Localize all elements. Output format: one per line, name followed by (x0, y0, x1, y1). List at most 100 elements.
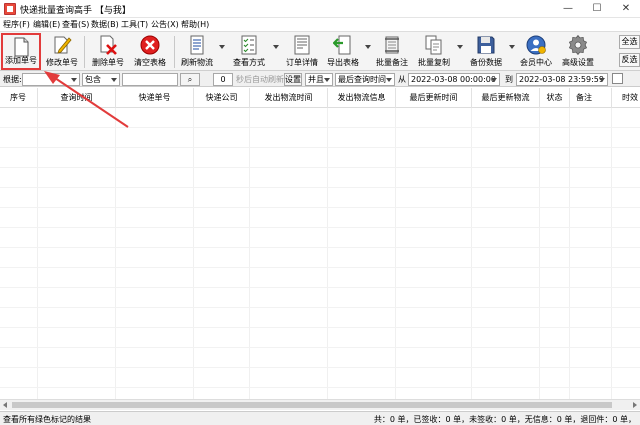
to-label: 到 (505, 75, 513, 84)
column-header-timeliness[interactable]: 时效 (612, 88, 640, 108)
column-header-ship-info[interactable]: 发出物流信息 (328, 88, 396, 108)
menu-data[interactable]: 数据(B) (91, 19, 119, 30)
time-filter-checkbox[interactable] (612, 73, 623, 84)
batch-copy-label: 批量复制 (418, 58, 450, 67)
menu-program[interactable]: 程序(F) (3, 19, 30, 30)
menu-bar: 程序(F) 编辑(E) 查看(S) 数据(B) 工具(T) 公告(X) 帮助(H… (0, 18, 640, 31)
menu-announcement[interactable]: 公告(X) (151, 19, 179, 30)
app-icon (4, 3, 16, 15)
export-dropdown-icon[interactable] (365, 45, 371, 49)
batch-note-icon (385, 36, 399, 54)
member-center-button[interactable]: 会员中心 (516, 33, 556, 70)
column-header-last-update-time[interactable]: 最后更新时间 (396, 88, 472, 108)
menu-edit[interactable]: 编辑(E) (33, 19, 60, 30)
new-document-icon (14, 37, 29, 57)
column-header-last-update-info[interactable]: 最后更新物流 (472, 88, 540, 108)
minimize-button[interactable]: — (554, 0, 582, 18)
filter-field-select[interactable] (22, 73, 80, 86)
match-mode-select[interactable]: 包含 (82, 73, 120, 86)
clear-table-label: 清空表格 (134, 58, 166, 67)
column-divider (115, 108, 116, 405)
auto-refresh-label: 秒后自动刷新 (236, 75, 284, 84)
row-divider (0, 167, 640, 168)
end-time-value: 2022-03-08 23:59:59 (519, 75, 604, 84)
add-number-button[interactable]: 添加单号 (1, 33, 41, 70)
auto-refresh-seconds-input[interactable]: 0 (213, 73, 233, 86)
menu-help[interactable]: 帮助(H) (181, 19, 209, 30)
edit-number-button[interactable]: 修改单号 (44, 33, 80, 70)
keyword-input[interactable] (122, 73, 178, 86)
logic-select[interactable]: 并且 (305, 73, 333, 86)
delete-number-button[interactable]: 删除单号 (88, 33, 128, 70)
scroll-right-icon[interactable] (633, 402, 637, 408)
chevron-down-icon (324, 78, 330, 82)
column-header-note[interactable]: 备注 (570, 88, 612, 108)
batch-copy-button[interactable]: 批量复制 (414, 33, 454, 70)
column-header-index[interactable]: 序号 (0, 88, 38, 108)
row-divider (0, 347, 640, 348)
row-divider (0, 267, 640, 268)
table-header: 序号 查询时间 快递单号 快递公司 发出物流时间 发出物流信息 最后更新时间 最… (0, 88, 640, 108)
refresh-logistics-button[interactable]: 刷新物流 (178, 33, 216, 70)
from-label: 从 (398, 75, 406, 84)
column-header-query-time[interactable]: 查询时间 (38, 88, 116, 108)
invert-selection-button[interactable]: 反选 (619, 53, 640, 67)
backup-data-button[interactable]: 备份数据 (466, 33, 506, 70)
select-all-button[interactable]: 全选 (619, 35, 640, 49)
row-divider (0, 367, 640, 368)
calendar-dropdown-icon (599, 78, 605, 82)
column-divider (249, 108, 250, 405)
column-header-status[interactable]: 状态 (540, 88, 570, 108)
edit-pencil-icon (54, 36, 72, 54)
view-mode-dropdown-icon[interactable] (273, 45, 279, 49)
column-header-courier[interactable]: 快递公司 (194, 88, 250, 108)
menu-view[interactable]: 查看(S) (62, 19, 89, 30)
results-table[interactable] (0, 108, 640, 405)
menu-tools[interactable]: 工具(T) (121, 19, 148, 30)
order-detail-button[interactable]: 订单详情 (282, 33, 322, 70)
column-divider (193, 108, 194, 405)
start-time-picker[interactable]: 2022-03-08 00:00:00 (408, 73, 500, 86)
toolbar-separator (174, 36, 175, 68)
close-button[interactable]: ✕ (612, 0, 640, 18)
copy-documents-icon (425, 35, 442, 55)
member-center-label: 会员中心 (520, 58, 552, 67)
column-header-ship-time[interactable]: 发出物流时间 (250, 88, 328, 108)
scroll-left-icon[interactable] (3, 402, 7, 408)
advanced-settings-label: 高级设置 (562, 58, 594, 67)
row-divider (0, 327, 640, 328)
order-detail-label: 订单详情 (286, 58, 318, 67)
backup-dropdown-icon[interactable] (509, 45, 515, 49)
toolbar-separator (84, 36, 85, 68)
order-detail-icon (294, 35, 310, 55)
horizontal-scrollbar[interactable] (0, 399, 640, 410)
clear-table-button[interactable]: 清空表格 (130, 33, 170, 70)
column-divider (471, 108, 472, 405)
export-arrow-icon (333, 35, 351, 55)
batch-note-label: 批量备注 (376, 58, 408, 67)
export-table-button[interactable]: 导出表格 (324, 33, 362, 70)
column-header-tracking-number[interactable]: 快递单号 (116, 88, 194, 108)
row-divider (0, 287, 640, 288)
delete-document-icon (100, 35, 117, 55)
refresh-dropdown-icon[interactable] (219, 45, 225, 49)
view-mode-button[interactable]: 查看方式 (228, 33, 270, 70)
time-field-select[interactable]: 最后查询时间 (335, 73, 395, 86)
export-table-label: 导出表格 (327, 58, 359, 67)
time-field-value: 最后查询时间 (338, 75, 386, 84)
floppy-disk-icon (477, 36, 495, 54)
end-time-picker[interactable]: 2022-03-08 23:59:59 (516, 73, 608, 86)
view-mode-label: 查看方式 (233, 58, 265, 67)
settings-button[interactable]: 设置 (284, 73, 302, 86)
scrollbar-thumb[interactable] (12, 402, 612, 408)
edit-number-label: 修改单号 (46, 58, 78, 67)
batch-note-button[interactable]: 批量备注 (372, 33, 412, 70)
maximize-button[interactable]: ☐ (583, 0, 611, 18)
column-divider (327, 108, 328, 405)
row-divider (0, 387, 640, 388)
calendar-dropdown-icon (491, 78, 497, 82)
batch-copy-dropdown-icon[interactable] (457, 45, 463, 49)
search-button[interactable]: ⌕ (180, 73, 200, 86)
advanced-settings-button[interactable]: 高级设置 (558, 33, 598, 70)
start-time-value: 2022-03-08 00:00:00 (411, 75, 496, 84)
